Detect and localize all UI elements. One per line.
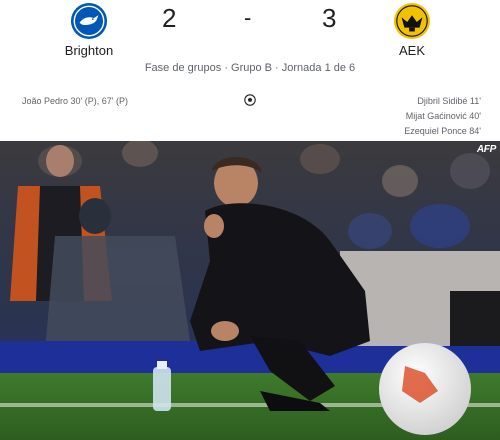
away-scorers: Djibril Sidibé 11' Mijat Gaćinović 40' E… — [404, 94, 481, 139]
away-team-name: AEK — [398, 43, 425, 58]
score-separator: - — [244, 5, 252, 30]
scorer-entry: Ezequiel Ponce 84' — [404, 126, 481, 136]
home-team-name: Brighton — [64, 43, 114, 58]
aek-crest-icon — [393, 2, 431, 40]
away-team[interactable]: AEK — [357, 2, 467, 58]
away-score: 3 — [322, 3, 337, 33]
photo-credit: AFP — [476, 144, 496, 155]
scorer-entry: Djibril Sidibé 11' — [417, 96, 481, 106]
scorer-entry: Mijat Gaćinović 40' — [405, 111, 481, 121]
soccer-ball-icon — [244, 94, 256, 106]
home-scorers: João Pedro 30' (P), 67' (P) — [22, 94, 128, 109]
competition-info: Fase de grupos · Grupo B · Jornada 1 de … — [144, 62, 356, 74]
match-score-card[interactable]: Brighton 2 - 3 AEK Fase de grupos · Grup… — [0, 0, 500, 141]
coach-photo-illustration — [0, 141, 500, 440]
scorer-entry: João Pedro 30' (P), 67' (P) — [22, 96, 128, 106]
brighton-crest-icon — [70, 2, 108, 40]
home-team[interactable]: Brighton — [34, 2, 144, 58]
home-score: 2 — [162, 3, 177, 33]
match-photo[interactable]: AFP — [0, 141, 500, 440]
